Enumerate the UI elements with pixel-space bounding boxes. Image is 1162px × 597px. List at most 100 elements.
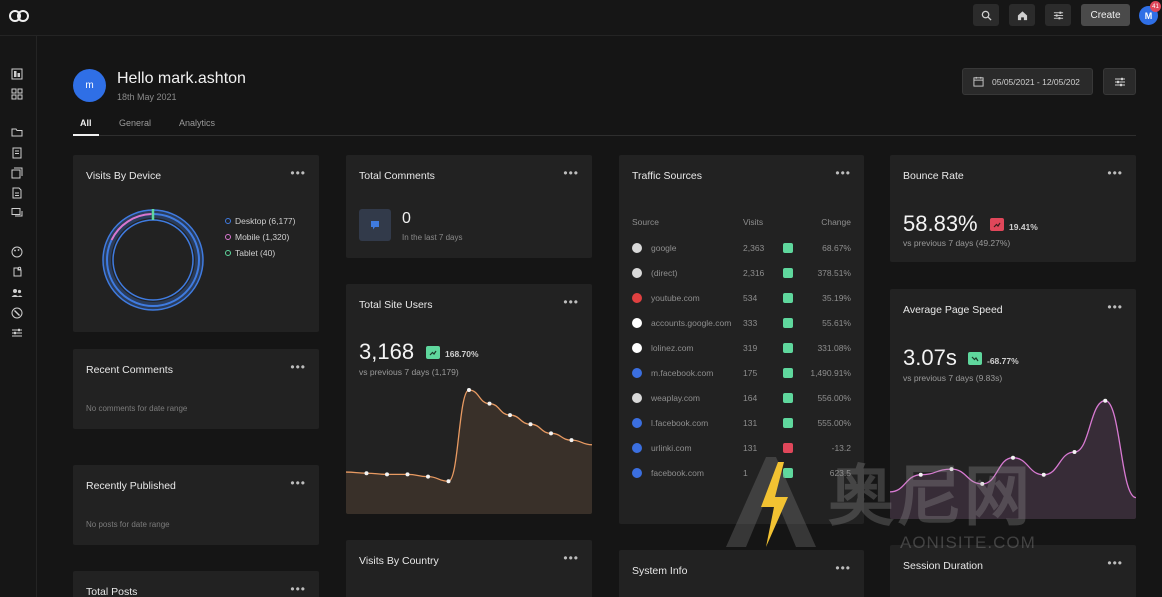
source-icon [632, 393, 642, 403]
chart-point [385, 472, 389, 477]
bounce-rate-sub: vs previous 7 days (49.27%) [903, 238, 1011, 248]
card-menu-icon[interactable]: ••• [563, 295, 579, 309]
source-name: google [651, 243, 677, 253]
tools-icon[interactable] [11, 307, 23, 319]
source-change: 1,490.91% [810, 368, 851, 378]
source-name: accounts.google.com [651, 318, 732, 328]
create-button[interactable]: Create [1081, 4, 1130, 26]
grid-icon[interactable] [11, 88, 23, 100]
tab-all[interactable]: All [80, 118, 92, 128]
comment-icon-box [359, 209, 391, 241]
card-title: Average Page Speed [903, 304, 1003, 316]
folder-icon[interactable] [11, 126, 23, 138]
page-speed-sub: vs previous 7 days (9.83s) [903, 373, 1003, 383]
trend-up-icon [783, 243, 793, 253]
card-menu-icon[interactable]: ••• [1107, 300, 1123, 314]
tab-analytics[interactable]: Analytics [179, 118, 215, 128]
page-icon[interactable] [11, 187, 23, 199]
column-header-source: Source [632, 217, 659, 227]
source-change: 35.19% [822, 293, 851, 303]
source-visits: 131 [743, 418, 758, 428]
site-users-sub: vs previous 7 days (1,179) [359, 367, 459, 377]
total-posts-card: Total Posts ••• [73, 571, 319, 597]
card-menu-icon[interactable]: ••• [835, 561, 851, 575]
trend-up-icon [783, 393, 793, 403]
source-name: l.facebook.com [651, 418, 709, 428]
users-icon[interactable] [11, 287, 23, 299]
card-title: Total Comments [359, 170, 435, 182]
source-icon [632, 243, 642, 253]
table-row[interactable]: lolinez.com 319 331.08% [619, 341, 864, 357]
legend-tablet: Tablet (40) [225, 248, 275, 258]
card-menu-icon[interactable]: ••• [563, 166, 579, 180]
card-title: Total Site Users [359, 299, 433, 311]
card-menu-icon[interactable]: ••• [290, 582, 306, 596]
source-visits: 534 [743, 293, 758, 303]
comment-icon [371, 221, 379, 230]
card-title: System Info [632, 565, 688, 577]
legend-desktop: Desktop (6,177) [225, 216, 295, 226]
source-icon [632, 343, 642, 353]
dashboard-tabs: All General Analytics [73, 118, 1136, 136]
source-icon [632, 468, 642, 478]
comments-icon[interactable] [11, 207, 23, 219]
card-title: Traffic Sources [632, 170, 703, 182]
source-name: weaplay.com [651, 393, 700, 403]
site-users-value: 3,168 [359, 339, 415, 364]
card-menu-icon[interactable]: ••• [563, 551, 579, 565]
table-row[interactable]: google 2,363 68.67% [619, 241, 864, 257]
chart-point [426, 474, 430, 479]
source-visits: 2,316 [743, 268, 765, 278]
tab-general[interactable]: General [119, 118, 151, 128]
logo-icon[interactable] [9, 8, 29, 24]
card-menu-icon[interactable]: ••• [1107, 166, 1123, 180]
table-row[interactable]: weaplay.com 164 556.00% [619, 391, 864, 407]
table-row[interactable]: m.facebook.com 175 1,490.91% [619, 366, 864, 382]
table-row[interactable]: youtube.com 534 35.19% [619, 291, 864, 307]
card-title: Session Duration [903, 560, 983, 572]
document-icon[interactable] [11, 147, 23, 159]
table-row[interactable]: accounts.google.com 333 55.61% [619, 316, 864, 332]
chart-point [1072, 450, 1077, 454]
chart-point [364, 471, 369, 476]
dashboard-icon[interactable] [11, 68, 23, 80]
settings-button[interactable] [1045, 4, 1071, 26]
visits-by-country-card: Visits By Country ••• [346, 540, 592, 597]
total-comments-sub: In the last 7 days [402, 233, 463, 242]
date-range-label: 05/05/2021 - 12/05/202 [992, 76, 1080, 87]
sliders-icon [1053, 11, 1063, 19]
trend-up-icon [783, 418, 793, 428]
source-icon [632, 443, 642, 453]
profile-avatar[interactable]: m [73, 69, 106, 102]
source-change: 378.51% [817, 268, 851, 278]
palette-icon[interactable] [11, 246, 23, 258]
page-speed-value: 3.07s [903, 345, 957, 370]
settings-icon[interactable] [11, 327, 23, 339]
site-users-line-chart [346, 388, 592, 514]
trend-up-icon [783, 318, 793, 328]
device-donut-chart [102, 209, 204, 311]
date-range-picker[interactable]: 05/05/2021 - 12/05/202 [962, 68, 1093, 95]
system-info-card: System Info ••• [619, 550, 864, 597]
search-button[interactable] [973, 4, 999, 26]
card-menu-icon[interactable]: ••• [290, 476, 306, 490]
table-row[interactable]: l.facebook.com 131 555.00% [619, 416, 864, 432]
plugin-icon[interactable] [11, 266, 23, 278]
greeting-title: Hello mark.ashton [117, 70, 246, 87]
filter-button[interactable] [1103, 68, 1136, 95]
card-menu-icon[interactable]: ••• [290, 360, 306, 374]
home-icon [1017, 10, 1027, 20]
card-menu-icon[interactable]: ••• [290, 166, 306, 180]
card-menu-icon[interactable]: ••• [1107, 556, 1123, 570]
media-icon[interactable] [11, 167, 23, 179]
table-row[interactable]: (direct) 2,316 378.51% [619, 266, 864, 282]
chart-area [346, 390, 592, 514]
home-button[interactable] [1009, 4, 1035, 26]
source-name: (direct) [651, 268, 678, 278]
column-header-change: Change [821, 217, 851, 227]
watermark-logo-icon [726, 457, 816, 547]
card-menu-icon[interactable]: ••• [835, 166, 851, 180]
source-icon [632, 318, 642, 328]
source-visits: 319 [743, 343, 758, 353]
source-name: facebook.com [651, 468, 704, 478]
